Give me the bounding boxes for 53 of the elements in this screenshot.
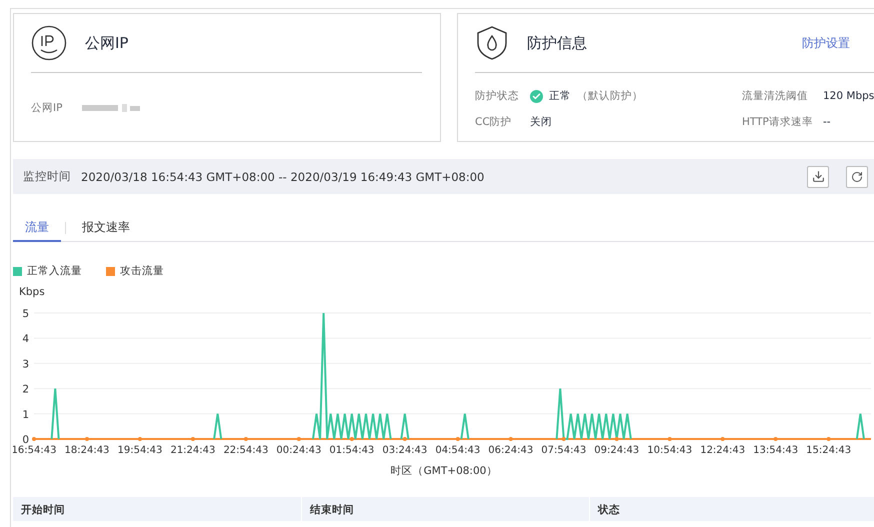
- column-header: 结束时间: [302, 497, 589, 521]
- ip-icon: [31, 25, 67, 61]
- field-label: CC防护: [475, 115, 513, 129]
- monitor-label: 监控时间: [23, 169, 71, 184]
- axis-unit: Kbps: [19, 286, 45, 298]
- axis-tick-label: 21:24:43: [170, 445, 216, 456]
- axis-tick-label: 07:54:43: [541, 445, 586, 456]
- axis-tick-label: 18:24:43: [64, 445, 110, 456]
- axis-tick-label: 01:54:43: [329, 445, 374, 456]
- axis-tick-label: 06:24:43: [488, 445, 534, 456]
- legend-label: 正常入流量: [27, 264, 82, 278]
- axis-title: 时区（GMT+08:00）: [390, 465, 498, 477]
- axis-tick-label: 04:54:43: [435, 445, 480, 456]
- field-value: 正常: [549, 89, 571, 103]
- download-button[interactable]: [807, 166, 829, 188]
- tab[interactable]: 报文速率: [70, 214, 142, 242]
- axis-tick-label: 3: [22, 358, 29, 370]
- column-header: 开始时间: [13, 497, 301, 521]
- axis-tick-label: 22:54:43: [223, 445, 268, 456]
- field-value: 关闭: [530, 115, 552, 129]
- field-label: 公网IP: [31, 101, 62, 115]
- axis-tick-label: 13:54:43: [753, 445, 798, 456]
- refresh-button[interactable]: [846, 166, 868, 188]
- field-label: HTTP请求速率: [742, 115, 814, 129]
- download-icon: [812, 170, 824, 183]
- legend-label: 攻击流量: [120, 264, 164, 278]
- axis-tick-label: 0: [22, 434, 29, 446]
- settings-link[interactable]: 防护设置: [802, 34, 850, 52]
- field-label: 防护状态: [475, 89, 520, 103]
- refresh-icon: [851, 170, 863, 182]
- axis-tick-label: 15:24:43: [806, 445, 852, 456]
- tab[interactable]: 流量: [13, 214, 61, 242]
- monitor-time-range: 2020/03/18 16:54:43 GMT+08:00 -- 2020/03/19 16:49:43 GMT+08:00: [81, 170, 486, 184]
- axis-tick-label: 09:24:43: [594, 445, 640, 456]
- axis-tick-label: 5: [22, 308, 29, 320]
- shield-icon: [475, 25, 509, 61]
- axis-tick-label: 12:24:43: [700, 445, 746, 456]
- card-title: 公网IP: [85, 34, 130, 52]
- axis-tick-label: 03:24:43: [382, 445, 428, 456]
- axis-tick-label: 4: [22, 333, 29, 346]
- axis-tick-label: 10:54:43: [647, 445, 692, 456]
- axis-tick-label: 1: [22, 408, 29, 421]
- axis-tick-label: 16:54:43: [13, 445, 56, 456]
- field-value: 120 Mbps: [823, 90, 874, 102]
- field-label: 流量清洗阈值: [742, 89, 809, 103]
- axis-tick-label: 2: [22, 384, 29, 396]
- column-header: 状态: [590, 497, 874, 521]
- redacted-value-icon: [82, 103, 140, 113]
- field-note: （默认防护）: [577, 89, 643, 103]
- card-title: 防护信息: [527, 34, 588, 52]
- field-value: --: [823, 116, 831, 128]
- axis-tick-label: 00:24:43: [276, 445, 322, 456]
- axis-tick-label: 19:54:43: [118, 445, 162, 456]
